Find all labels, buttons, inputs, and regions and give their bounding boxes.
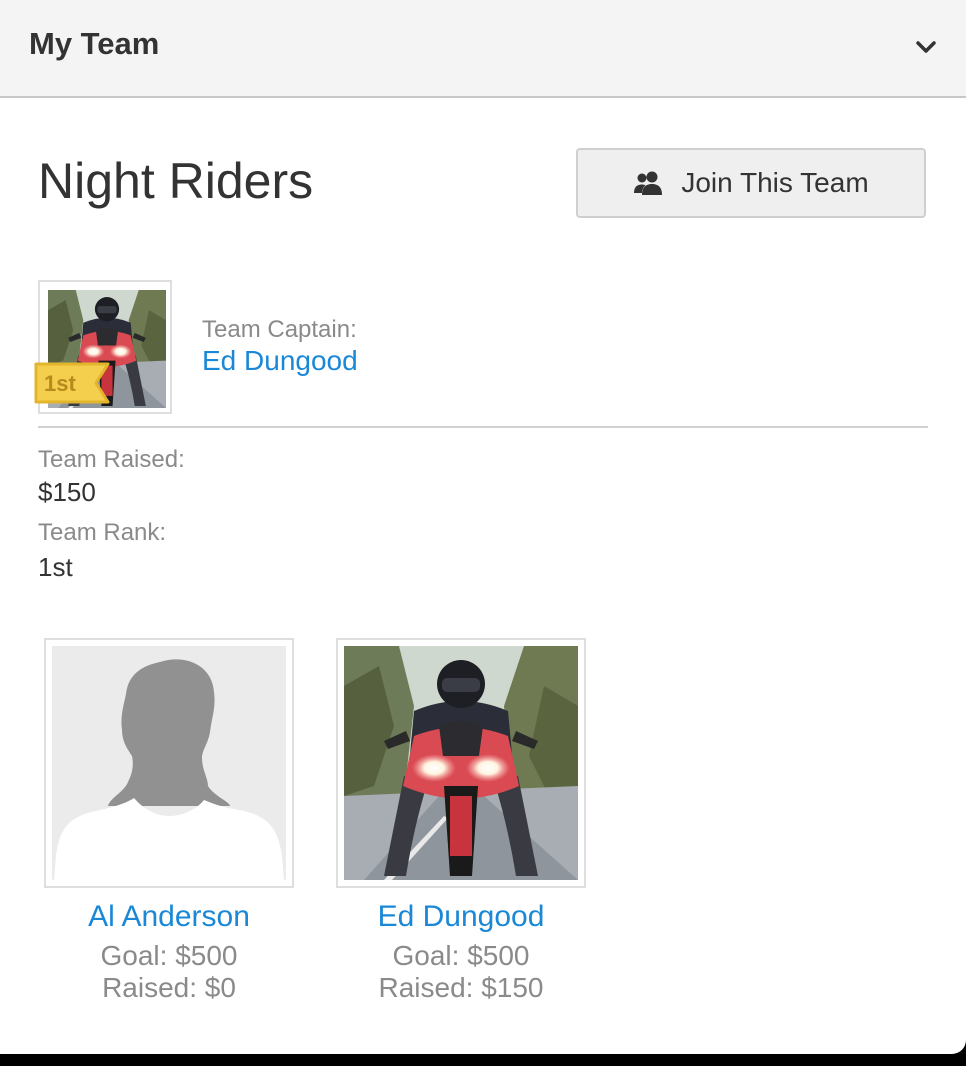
panel-title: My Team [29,26,160,61]
join-team-label: Join This Team [681,167,869,198]
users-icon [634,171,663,195]
member-name-link[interactable]: Al Anderson [14,900,324,934]
panel-header[interactable]: My Team [0,0,966,98]
rank-ribbon-icon: 1st [34,362,110,404]
captain-label: Team Captain: [202,316,357,343]
divider [38,426,928,428]
default-avatar-icon [52,646,286,880]
member-raised: Raised: $150 [378,972,544,1003]
motorcycle-rider-photo [344,646,578,880]
team-raised-label: Team Raised: [38,446,185,473]
team-raised-value: $150 [38,477,96,507]
member-avatar[interactable] [336,638,586,888]
team-rank-value: 1st [38,552,73,582]
captain-avatar[interactable]: 1st [34,280,172,414]
member-goal: Goal: $500 [392,940,530,971]
my-team-panel: My Team Night Riders Join This Team 1st … [0,0,966,1054]
member-name-link[interactable]: Ed Dungood [306,900,616,934]
team-rank-label: Team Rank: [38,519,167,546]
member-raised: Raised: $0 [102,972,236,1003]
member-goal: Goal: $500 [100,940,238,971]
member-avatar[interactable] [44,638,294,888]
chevron-down-icon[interactable] [914,38,938,56]
captain-name-link[interactable]: Ed Dungood [202,345,358,377]
rank-ribbon-text: 1st [44,371,76,396]
team-name: Night Riders [38,153,314,209]
join-team-button[interactable]: Join This Team [576,148,926,218]
